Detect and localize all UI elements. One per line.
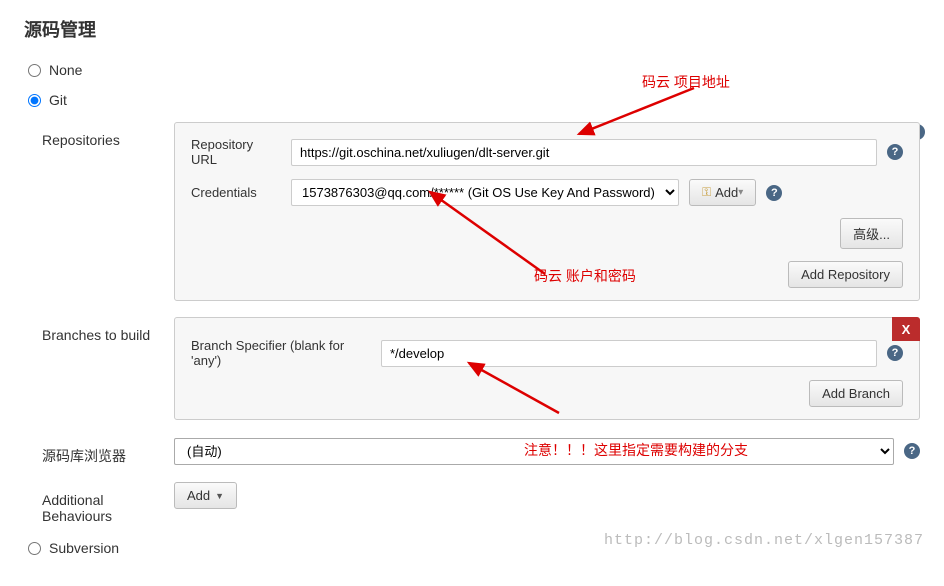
scm-none-label: None [49,62,82,78]
key-icon: ⚿ [702,185,711,200]
repo-browser-label: 源码库浏览器 [24,436,174,466]
additional-behaviours-label: Additional Behaviours [24,482,174,524]
add-label: Add [187,488,210,503]
branch-specifier-label: Branch Specifier (blank for 'any') [191,338,381,368]
delete-branch-button[interactable]: X [892,317,920,341]
add-branch-button[interactable]: Add Branch [809,380,903,407]
scm-git-label: Git [49,92,67,108]
chevron-down-icon: ▼ [215,491,224,501]
chevron-down-icon: ▾ [738,187,743,198]
branches-section-label: Branches to build [24,317,174,420]
advanced-button[interactable]: 高级... [840,218,903,249]
page-title: 源码管理 [24,16,920,42]
scm-none-radio[interactable] [28,64,41,77]
repositories-section-label: Repositories [24,122,174,301]
help-icon[interactable]: ? [766,185,782,201]
scm-git-radio[interactable] [28,94,41,107]
repo-browser-select[interactable]: (自动) [174,438,894,465]
branch-specifier-input[interactable] [381,340,877,367]
repo-url-label: Repository URL [191,137,291,167]
help-icon[interactable]: ? [887,345,903,361]
credentials-add-button[interactable]: ⚿ Add ▾ [689,179,756,206]
branches-panel: X Branch Specifier (blank for 'any') ? A… [174,317,920,420]
repositories-panel: Repository URL ? Credentials 1573876303@… [174,122,920,301]
credentials-label: Credentials [191,185,291,200]
credentials-select[interactable]: 1573876303@qq.com/****** (Git OS Use Key… [291,179,679,206]
add-button-label: Add [715,185,738,200]
add-repository-button[interactable]: Add Repository [788,261,903,288]
help-icon[interactable]: ? [887,144,903,160]
scm-subversion-label: Subversion [49,540,119,556]
help-icon[interactable]: ? [904,443,920,459]
additional-behaviours-add-button[interactable]: Add ▼ [174,482,237,509]
repo-url-input[interactable] [291,139,877,166]
